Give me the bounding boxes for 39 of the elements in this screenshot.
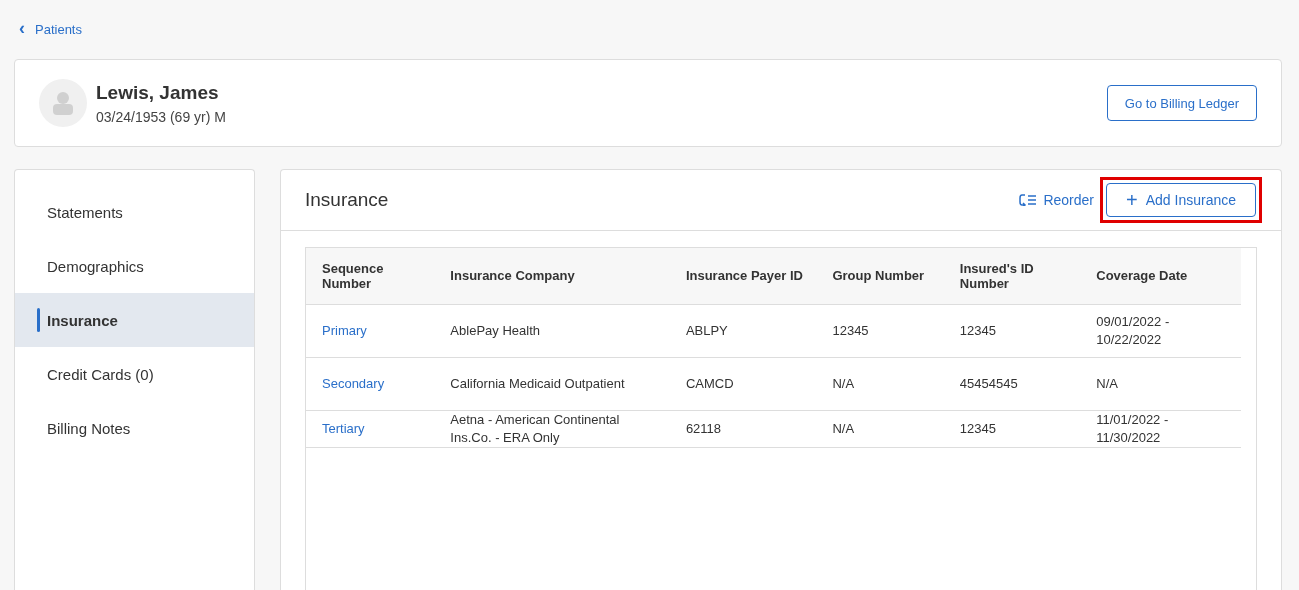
billing-ledger-button[interactable]: Go to Billing Ledger xyxy=(1106,85,1257,121)
table-cell: 11/01/2022 - 11/30/2022 xyxy=(1096,411,1169,445)
table-cell: 12345 xyxy=(959,322,996,338)
sidebar-item[interactable]: Insurance xyxy=(15,293,254,347)
table-cell: California Medicaid Outpatient xyxy=(450,375,625,391)
back-link[interactable]: ‹ Patients xyxy=(19,22,82,37)
panel-title: Insurance xyxy=(305,189,390,211)
sequence-link[interactable]: Tertiary xyxy=(322,420,365,436)
table-cell: N/A xyxy=(832,375,855,391)
column-header: Insurance Company xyxy=(434,248,670,304)
column-header: Coverage Date xyxy=(1080,248,1241,304)
column-header: Insurance Payer ID xyxy=(669,248,817,304)
sidebar-item[interactable]: Demographics xyxy=(15,239,254,293)
sequence-link[interactable]: Secondary xyxy=(322,375,385,391)
column-header: Sequence Number xyxy=(306,248,435,304)
patient-name: Lewis, James xyxy=(96,81,220,104)
table-cell: 12345 xyxy=(959,420,996,436)
table-cell: CAMCD xyxy=(685,375,734,391)
sidebar-item[interactable]: Credit Cards (0) xyxy=(15,347,254,401)
reorder-link[interactable]: Reorder xyxy=(1019,192,1094,208)
sequence-link[interactable]: Primary xyxy=(322,322,367,338)
table-cell: 45454545 xyxy=(959,375,1018,391)
table-cell: N/A xyxy=(832,420,855,436)
patient-details: 03/24/1953 (69 yr) M xyxy=(96,108,227,125)
table-cell: ABLPY xyxy=(685,322,728,338)
table-cell: 62118 xyxy=(685,420,722,436)
add-insurance-button[interactable]: + Add Insurance xyxy=(1106,183,1256,217)
back-icon: ‹ xyxy=(19,19,25,37)
sidebar-item[interactable]: Billing Notes xyxy=(15,401,254,455)
avatar-icon xyxy=(39,79,87,127)
column-header: Insured's ID Number xyxy=(943,248,1081,304)
sidebar-item[interactable]: Statements xyxy=(15,185,254,239)
table-cell: Aetna - American Continental Ins.Co. - ERA Only xyxy=(450,411,620,445)
table-cell: 12345 xyxy=(832,322,869,338)
table-cell: 09/01/2022 - 10/22/2022 xyxy=(1096,313,1170,347)
column-header: Group Number xyxy=(816,248,944,304)
table-cell: AblePay Health xyxy=(450,322,540,338)
table-cell: N/A xyxy=(1096,375,1118,391)
reorder-icon xyxy=(1019,194,1038,206)
